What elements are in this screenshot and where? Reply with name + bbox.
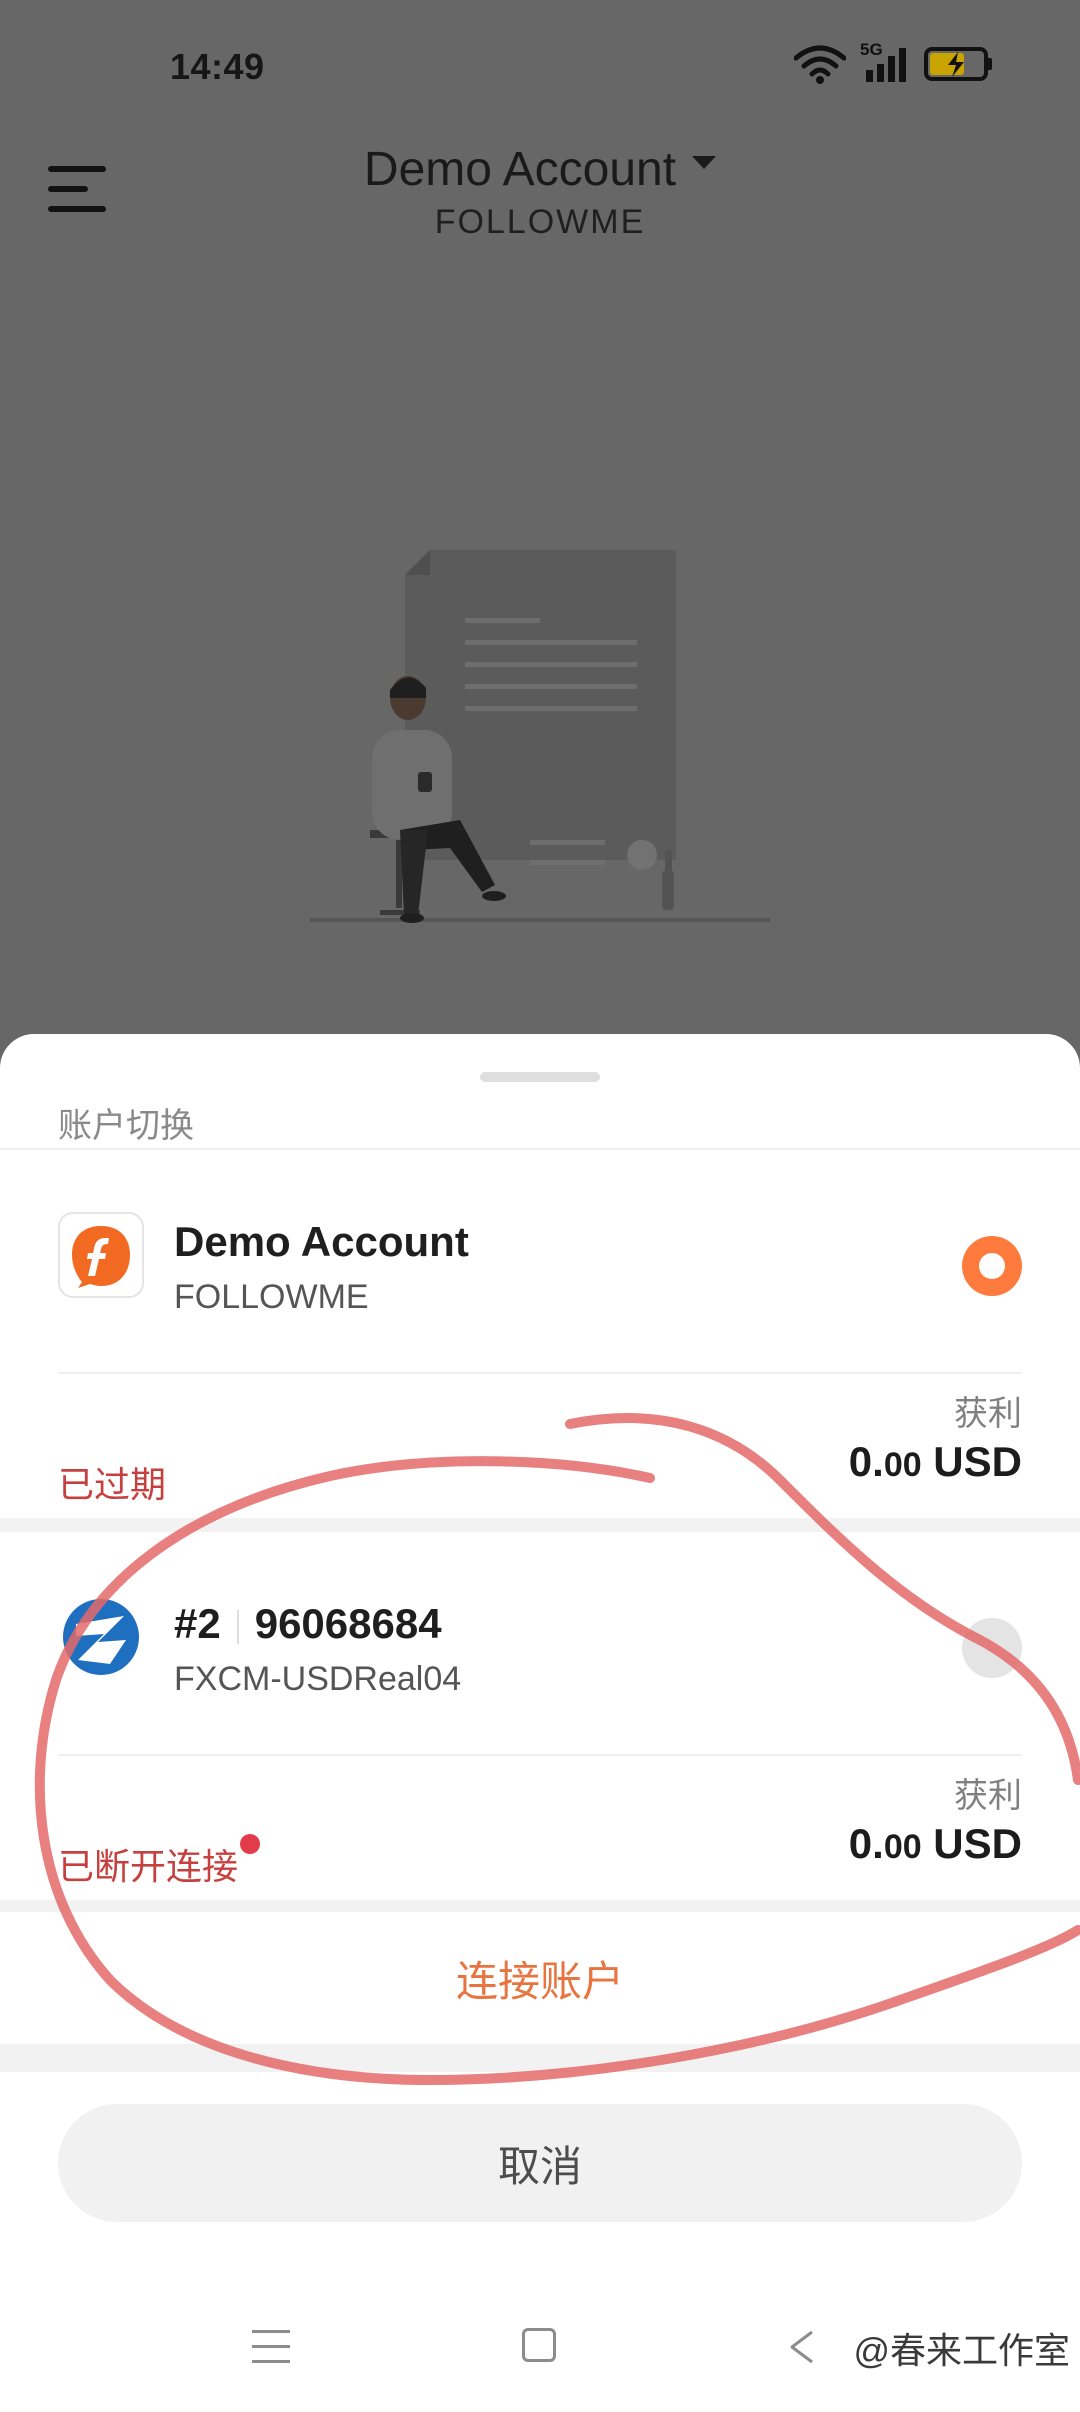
account-radio-unselected[interactable] <box>962 1618 1022 1678</box>
sheet-drag-handle[interactable] <box>480 1072 600 1082</box>
account-number: 96068684 <box>254 1600 442 1647</box>
card-divider <box>58 1754 1022 1756</box>
home-icon[interactable] <box>522 2328 556 2362</box>
header-account-name: Demo Account <box>363 143 677 196</box>
connect-account-button[interactable]: 连接账户 <box>0 1948 1080 2009</box>
section-separator <box>0 1900 1080 1912</box>
header-account-broker: FOLLOWME <box>434 203 646 241</box>
profit-value: 0.00 USD <box>848 1438 1022 1485</box>
fxcm-logo-icon <box>63 1599 139 1675</box>
account-name: Demo Account <box>174 1218 469 1265</box>
status-time: 14:49 <box>170 46 265 87</box>
account-broker: FOLLOWME <box>174 1278 369 1316</box>
alert-dot-icon <box>240 1834 261 1854</box>
account-switcher[interactable]: Demo Account FOLLOWME <box>0 142 1080 242</box>
watermark-text: @春来工作室 <box>853 2330 1070 2371</box>
account-status-disconnected: 已断开连接 <box>58 1834 261 1890</box>
back-icon[interactable] <box>786 2328 816 2366</box>
profit-value: 0.00 USD <box>848 1820 1022 1867</box>
app-header: Demo Account FOLLOWME <box>0 130 1080 270</box>
section-separator <box>0 2044 1080 2072</box>
account-card-header[interactable]: Demo Account FOLLOWME <box>0 1150 1080 1340</box>
account-card-demo[interactable]: Demo Account FOLLOWME 已过期 获利 0.00 USD <box>0 1150 1080 1518</box>
battery-charging-icon <box>924 47 992 81</box>
account-index: #2 <box>174 1600 221 1647</box>
account-radio-selected[interactable] <box>962 1236 1022 1296</box>
account-name: #2 96068684 <box>174 1600 442 1648</box>
account-status-expired: 已过期 <box>58 1464 167 1505</box>
section-separator <box>0 1518 1080 1532</box>
account-card-fxcm[interactable]: #2 96068684 FXCM-USDReal04 已断开连接 获利 0.00 … <box>0 1532 1080 1900</box>
status-bar: 14:49 5G <box>0 0 1080 130</box>
profit-label: 获利 <box>954 1777 1022 1815</box>
caret-down-icon <box>692 156 717 169</box>
account-card-header[interactable]: #2 96068684 FXCM-USDReal04 <box>0 1532 1080 1722</box>
empty-state-illustration <box>310 550 770 923</box>
cellular-signal-icon: 5G <box>860 40 910 84</box>
header-account-title[interactable]: Demo Account <box>363 142 717 197</box>
recent-apps-icon[interactable] <box>252 2328 292 2366</box>
connect-account-row[interactable]: 连接账户 <box>0 1912 1080 2042</box>
cancel-button[interactable]: 取消 <box>58 2104 1022 2222</box>
account-broker: FXCM-USDReal04 <box>174 1660 462 1698</box>
card-divider <box>58 1372 1022 1374</box>
profit-label: 获利 <box>954 1395 1022 1433</box>
status-icons: 5G <box>794 40 994 84</box>
wifi-icon <box>794 45 846 84</box>
followme-logo-icon <box>58 1212 144 1298</box>
sheet-title: 账户切换 <box>58 1107 194 1145</box>
